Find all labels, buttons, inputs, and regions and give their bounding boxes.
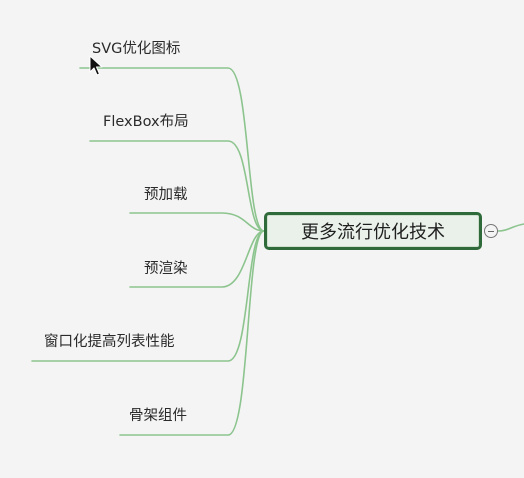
connector-parent (497, 223, 524, 232)
connector-svg-icons (79, 67, 265, 232)
connector-preload (129, 212, 265, 232)
mouse-pointer-icon (89, 55, 103, 76)
branch-node-skeleton[interactable]: 骨架组件 (129, 407, 187, 425)
mindmap-canvas: SVG优化图标 FlexBox布局 预加载 预渲染 窗口化提高列表性能 骨架组件… (0, 0, 524, 478)
collapse-minus-icon[interactable] (484, 224, 498, 238)
branch-node-windowing[interactable]: 窗口化提高列表性能 (44, 333, 175, 351)
branch-node-svg-icons[interactable]: SVG优化图标 (92, 40, 180, 58)
central-topic-node[interactable]: 更多流行优化技术 (264, 212, 482, 250)
branch-node-preload[interactable]: 预加载 (144, 186, 188, 204)
branch-node-prerender[interactable]: 预渲染 (144, 260, 188, 278)
connector-prerender (129, 230, 265, 288)
branch-node-flexbox[interactable]: FlexBox布局 (103, 113, 189, 131)
